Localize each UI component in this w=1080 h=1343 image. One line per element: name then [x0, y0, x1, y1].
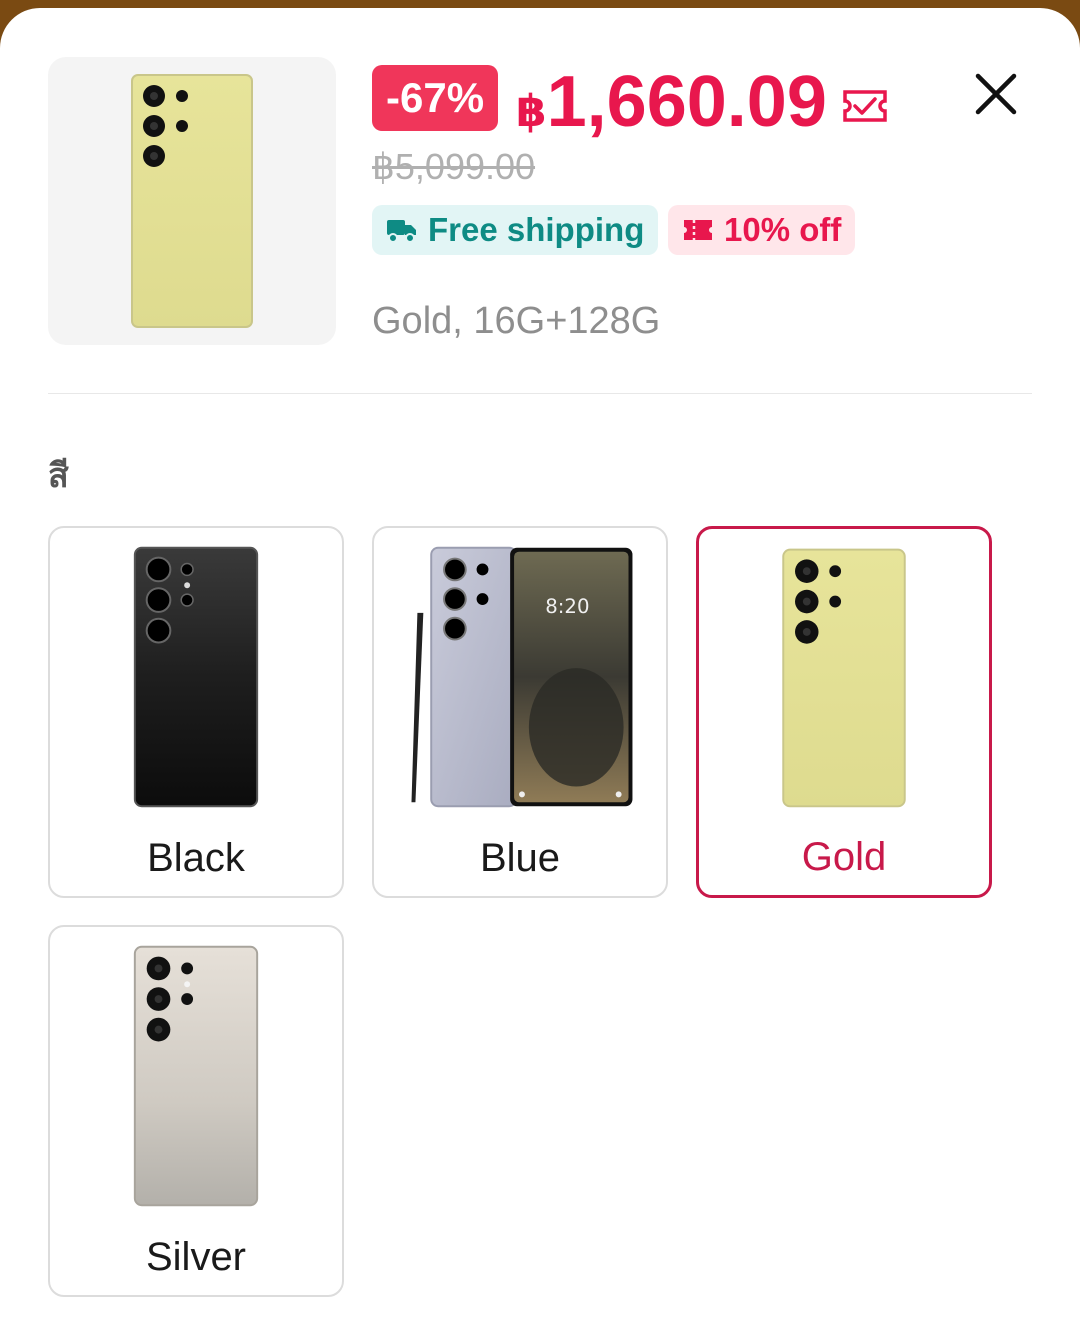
variant-sheet: -67% ฿1,660.09 ฿5,099.00 Free shipping 1…	[0, 8, 1080, 1343]
color-option-silver[interactable]: Silver	[48, 925, 344, 1297]
currency-symbol: ฿	[516, 87, 547, 136]
phone-gold-image	[131, 74, 253, 328]
product-thumbnail	[48, 57, 336, 345]
discount-tag-label: 10% off	[724, 211, 842, 248]
divider	[48, 393, 1032, 394]
free-shipping-label: Free shipping	[428, 211, 645, 248]
price-amount: 1,660.09	[546, 62, 827, 142]
color-option-label: Blue	[479, 836, 561, 880]
free-shipping-tag: Free shipping	[372, 205, 659, 255]
phone-black-image	[133, 546, 259, 808]
color-option-black[interactable]: Black	[48, 526, 344, 898]
phone-gold-image	[782, 548, 906, 808]
color-option-label: Gold	[801, 835, 887, 879]
sale-price: ฿1,660.09	[516, 58, 827, 156]
color-option-label: Black	[147, 836, 245, 880]
color-section-label: สี	[48, 457, 69, 495]
color-option-label: Silver	[145, 1235, 247, 1279]
color-option-blue[interactable]: 8:20 Blue	[372, 526, 668, 898]
phone-silver-image	[133, 945, 259, 1207]
discount-tag: 10% off	[668, 205, 856, 255]
truck-icon	[387, 220, 416, 243]
close-icon[interactable]	[968, 66, 1024, 122]
screen-clock-text: 8:20	[545, 595, 589, 618]
voucher-icon[interactable]	[842, 88, 888, 124]
coupon-icon	[684, 220, 712, 240]
phone-blue-image: 8:20	[411, 546, 633, 808]
selected-variant-text: Gold, 16G+128G	[372, 300, 661, 342]
discount-badge: -67%	[372, 65, 499, 131]
original-price: ฿5,099.00	[372, 146, 536, 187]
color-option-gold[interactable]: Gold	[696, 526, 992, 898]
